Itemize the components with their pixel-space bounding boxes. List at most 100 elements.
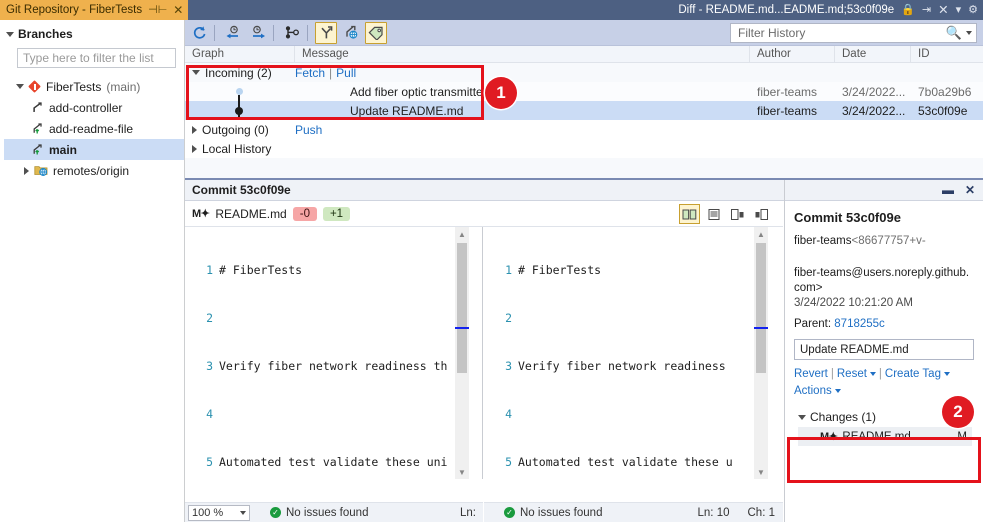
- branches-header-label: Branches: [18, 27, 73, 41]
- annotation-badge-1: 1: [485, 77, 517, 109]
- column-header-id[interactable]: ID: [911, 46, 983, 63]
- annotation-badge-2-label: 2: [953, 402, 963, 421]
- tab-diff-readme[interactable]: Diff - README.md...EADME.md;53c0f09e 🔒 ⇥…: [673, 0, 983, 20]
- diff-pane-left[interactable]: 1 # FiberTests 2 3 Verify fiber network re…: [185, 227, 483, 479]
- caret-char-right: Ch: 1: [747, 506, 776, 519]
- commit-author-name: fiber-teams: [794, 235, 852, 247]
- scroll-up-arrow-icon[interactable]: ▲: [754, 227, 768, 241]
- history-group-local[interactable]: Local History: [185, 139, 983, 158]
- scrollbar-thumb[interactable]: [457, 243, 467, 373]
- side-by-side-view-icon[interactable]: [679, 204, 700, 224]
- pin-icon[interactable]: ⊣⊢: [148, 4, 167, 16]
- close-icon[interactable]: ✕: [938, 4, 948, 17]
- filter-history-input[interactable]: Filter History 🔍: [730, 23, 977, 43]
- git-toolbar: Filter History 🔍: [185, 20, 983, 46]
- sidebar-item-remotes-origin[interactable]: remotes/origin: [4, 160, 184, 181]
- scroll-up-arrow-icon[interactable]: ▲: [455, 227, 469, 241]
- code-line: 4: [484, 406, 783, 422]
- line-text: Automated test validate these uni: [219, 455, 448, 469]
- commit-author-email-end: com>: [794, 282, 823, 294]
- commit-parent-label: Parent:: [794, 318, 832, 330]
- line-text: Verify fiber network readiness th: [219, 359, 448, 373]
- commit-id: 53c0f09e: [918, 103, 968, 118]
- history-group-label: Local History: [202, 141, 272, 156]
- line-number: 2: [505, 311, 512, 325]
- revert-link[interactable]: Revert: [794, 368, 828, 380]
- details-title: Commit 53c0f09e: [794, 210, 901, 225]
- line-number: 5: [505, 455, 512, 469]
- annotation-box-2: [787, 437, 981, 483]
- line-number: 5: [206, 455, 213, 469]
- minimize-icon[interactable]: ▬: [942, 183, 954, 197]
- sidebar-item-add-readme-file[interactable]: add-readme-file: [4, 118, 184, 139]
- commit-id: 7b0a29b6: [918, 84, 972, 99]
- diff-pane-right[interactable]: 1 # FiberTests 2 3 Verify fiber network re…: [484, 227, 783, 479]
- column-header-message[interactable]: Message: [295, 45, 750, 63]
- scrollbar-right-pane[interactable]: ▲ ▼: [754, 227, 768, 479]
- sidebar-item-main[interactable]: main: [4, 139, 184, 160]
- line-number: 3: [505, 359, 512, 373]
- deletions-chip: -0: [292, 206, 317, 221]
- show-remote-branches-icon[interactable]: [340, 22, 362, 44]
- pin-icon[interactable]: ⇥: [922, 4, 931, 16]
- close-icon[interactable]: ✕: [173, 4, 183, 16]
- branch-graph-icon[interactable]: [281, 22, 303, 44]
- commit-author-email-start: <86677757+v-: [851, 235, 926, 247]
- line-number: 3: [206, 359, 213, 373]
- line-text: Automated test validate these u: [518, 455, 733, 469]
- diff-change-marker: [754, 327, 768, 329]
- gear-icon[interactable]: ⚙: [968, 4, 978, 16]
- chevron-down-icon: [6, 31, 14, 37]
- right-file-only-icon[interactable]: [751, 204, 772, 224]
- scrollbar-left-pane[interactable]: ▲ ▼: [455, 227, 469, 479]
- create-tag-link[interactable]: Create Tag: [885, 368, 941, 380]
- column-header-graph[interactable]: Graph: [185, 45, 295, 63]
- annotation-badge-2: 2: [942, 396, 974, 428]
- branches-header[interactable]: Branches: [0, 20, 184, 46]
- zoom-level-select[interactable]: 100 %: [188, 504, 250, 521]
- branches-panel: Branches Type here to filter the list Fi…: [0, 20, 185, 522]
- search-icon[interactable]: 🔍: [946, 25, 962, 41]
- scroll-down-arrow-icon[interactable]: ▼: [754, 465, 768, 479]
- column-header-author[interactable]: Author: [750, 45, 835, 63]
- additions-chip: +1: [322, 206, 351, 221]
- branch-tracking-icon: [31, 143, 44, 156]
- show-branches-icon[interactable]: [315, 21, 337, 44]
- fetch-incoming-icon[interactable]: [222, 22, 244, 44]
- column-header-date[interactable]: Date: [835, 45, 911, 63]
- filter-history-placeholder: Filter History: [738, 26, 806, 40]
- tree-item-repository[interactable]: FiberTests (main): [4, 76, 184, 97]
- history-group-outgoing[interactable]: Outgoing (0) Push: [185, 120, 983, 139]
- commit-author: fiber-teams: [757, 84, 818, 99]
- commit-parent-link[interactable]: 8718255c: [834, 318, 885, 330]
- inline-view-icon[interactable]: [703, 204, 724, 224]
- sidebar-item-add-controller[interactable]: add-controller: [4, 97, 184, 118]
- scroll-down-arrow-icon[interactable]: ▼: [455, 465, 469, 479]
- chevron-down-icon[interactable]: [869, 371, 876, 376]
- commit-message-field[interactable]: Update README.md: [794, 339, 974, 360]
- chevron-down-icon[interactable]: ▾: [956, 4, 962, 16]
- push-link[interactable]: Push: [295, 123, 322, 137]
- sidebar-item-label: add-controller: [49, 100, 123, 115]
- zoom-level-value: 100 %: [192, 506, 224, 519]
- tree-item-suffix: (main): [106, 79, 141, 94]
- caret-line-right: Ln: 10: [697, 506, 730, 519]
- left-file-only-icon[interactable]: [727, 204, 748, 224]
- page-title: Commit 53c0f09e: [192, 183, 291, 197]
- close-icon[interactable]: ✕: [965, 183, 975, 197]
- chevron-down-icon[interactable]: [834, 388, 841, 393]
- push-outgoing-icon[interactable]: [247, 22, 269, 44]
- line-number: 1: [206, 263, 213, 277]
- lock-icon: 🔒: [901, 3, 915, 16]
- refresh-icon[interactable]: [188, 22, 210, 44]
- show-tags-icon[interactable]: [365, 21, 387, 44]
- tab-git-repository[interactable]: Git Repository - FiberTests ⊣⊢ ✕: [0, 0, 189, 20]
- branch-tracking-icon: [31, 122, 44, 135]
- actions-link[interactable]: Actions: [794, 385, 832, 397]
- chevron-down-icon[interactable]: [943, 371, 950, 376]
- scrollbar-thumb[interactable]: [756, 243, 766, 373]
- reset-link[interactable]: Reset: [837, 368, 867, 380]
- chevron-down-icon[interactable]: [966, 31, 972, 35]
- branch-filter-input[interactable]: Type here to filter the list: [17, 48, 176, 68]
- line-number: 2: [206, 311, 213, 325]
